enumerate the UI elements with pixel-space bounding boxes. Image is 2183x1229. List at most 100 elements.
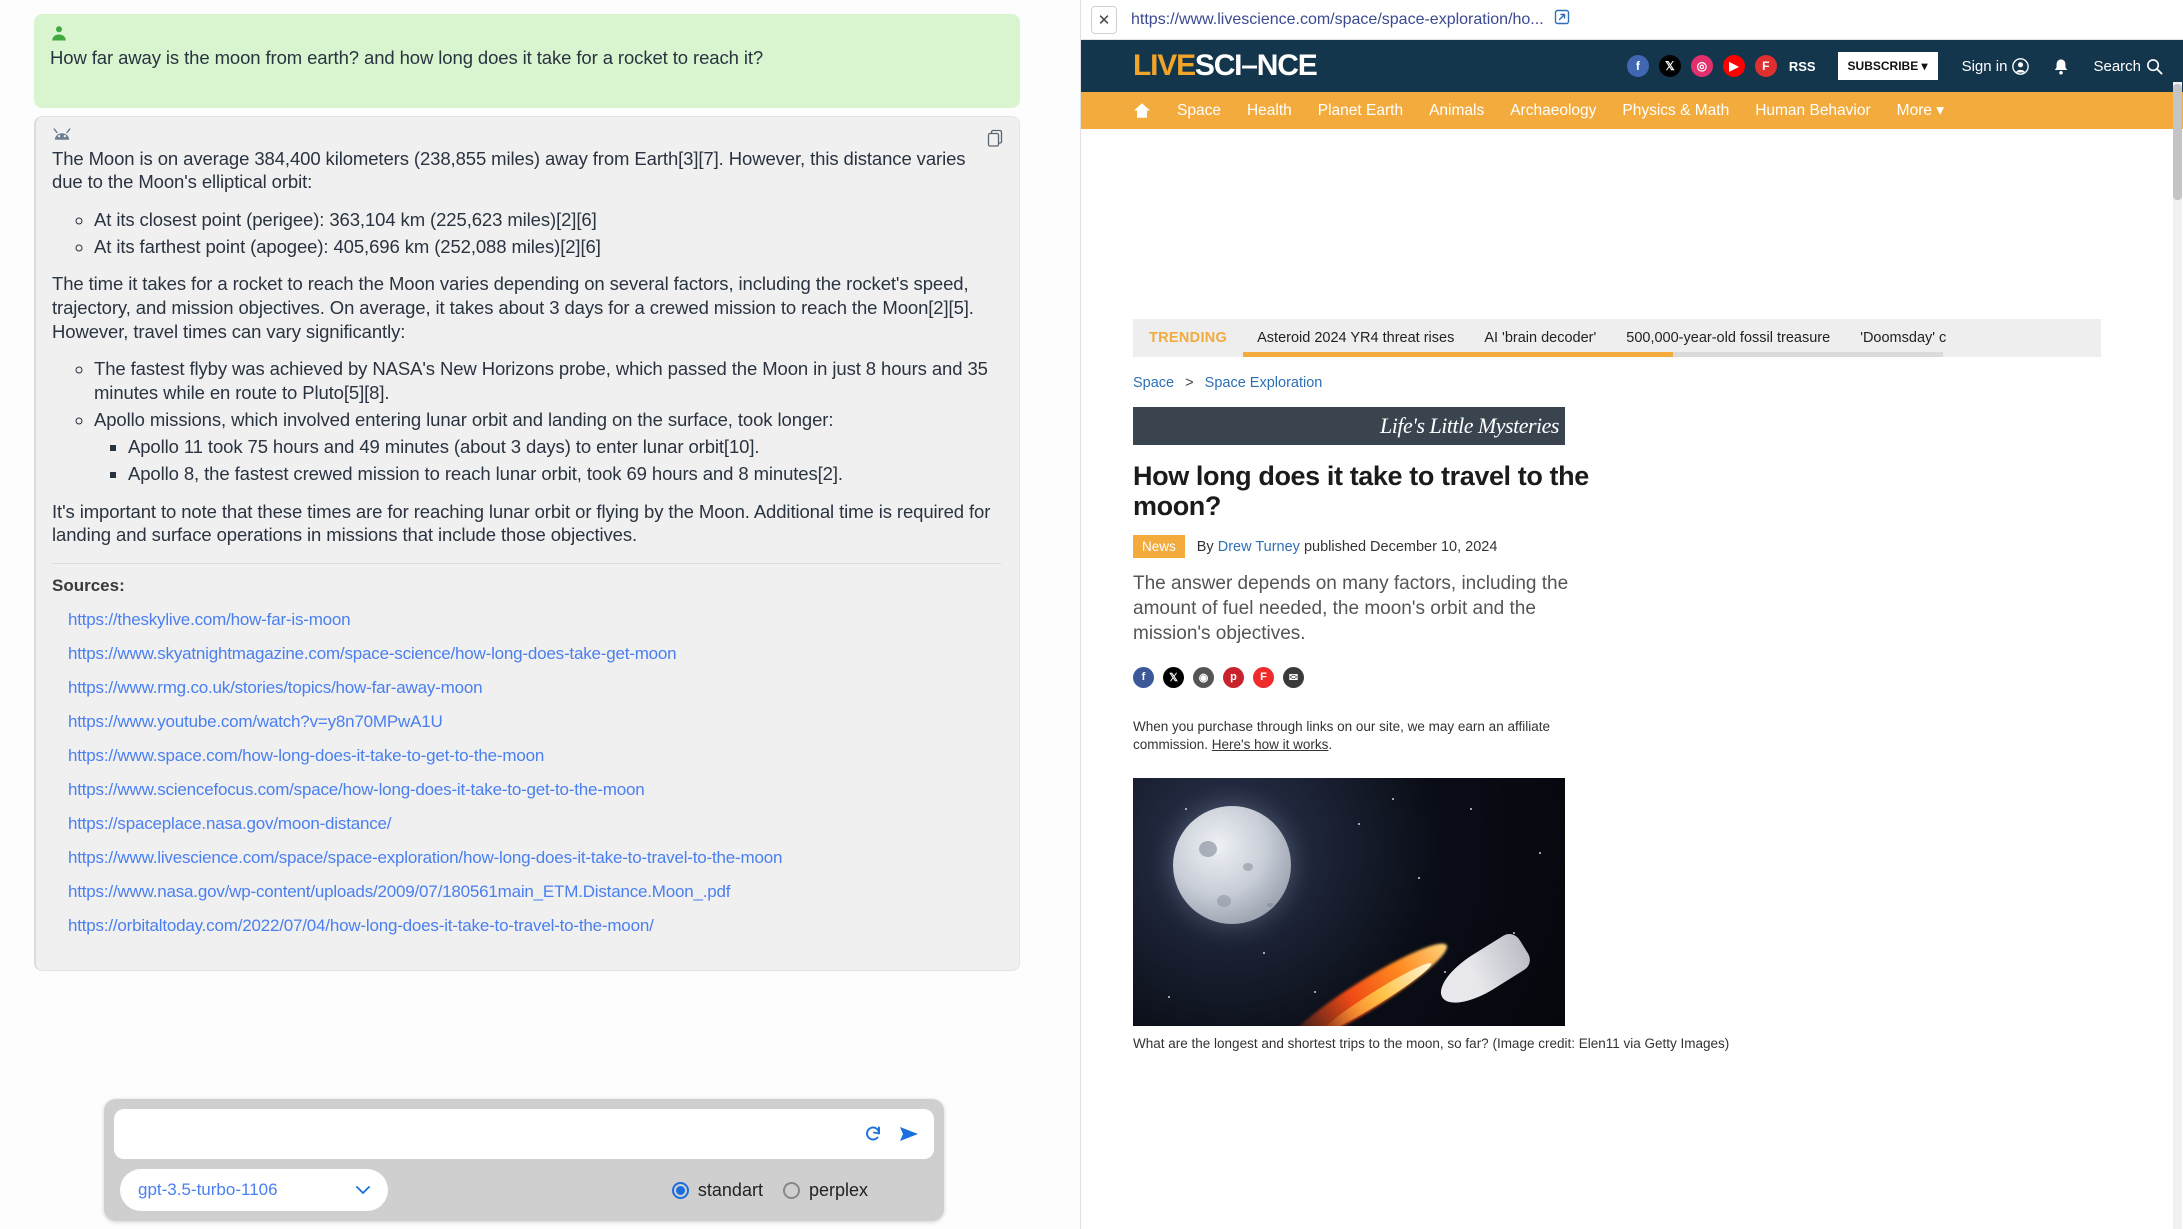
assistant-sub-bullet-list: Apollo 11 took 75 hours and 49 minutes (… xyxy=(94,435,1001,485)
chat-pane: How far away is the moon from earth? and… xyxy=(0,0,1080,1229)
share-x-icon[interactable]: 𝕏 xyxy=(1163,666,1184,688)
radio-indicator-perplex[interactable] xyxy=(782,1181,800,1199)
site-body: TRENDING Asteroid 2024 YR4 threat rises … xyxy=(1081,319,2183,1229)
close-icon[interactable]: ✕ xyxy=(1091,5,1117,34)
hero-caption: What are the longest and shortest trips … xyxy=(1133,1035,1730,1051)
mode-option-perplex[interactable]: perplex xyxy=(782,1179,868,1201)
nav-item-human-behavior[interactable]: Human Behavior xyxy=(1755,102,1870,120)
subscribe-button[interactable]: SUBSCRIBE ▾ xyxy=(1837,52,1938,80)
source-link[interactable]: https://www.skyatnightmagazine.com/space… xyxy=(68,644,1001,664)
published-date: published December 10, 2024 xyxy=(1303,538,1498,555)
page-scrollbar[interactable] xyxy=(2173,82,2182,1229)
source-link[interactable]: https://www.rmg.co.uk/stories/topics/how… xyxy=(68,678,1001,698)
assistant-paragraph-3: It's important to note that these times … xyxy=(52,500,991,546)
breadcrumb-current[interactable]: Space Exploration xyxy=(1205,375,1323,391)
copy-message-button[interactable] xyxy=(987,129,1003,147)
site-viewport: LIVESCI–NCE f 𝕏 ◎ ▶ F RSS SUBSCRIBE ▾ Si… xyxy=(1081,40,2183,1229)
trending-scrollbar-thumb[interactable] xyxy=(1243,352,1673,357)
home-icon[interactable] xyxy=(1133,102,1151,119)
search-button[interactable]: Search xyxy=(2093,58,2163,75)
instagram-icon[interactable]: ◎ xyxy=(1690,55,1713,77)
nav-item-space[interactable]: Space xyxy=(1177,102,1221,120)
bell-icon[interactable] xyxy=(2053,58,2069,75)
radio-indicator-standart[interactable] xyxy=(671,1181,689,1199)
article-standfirst: The answer depends on many factors, incl… xyxy=(1133,573,1569,644)
user-avatar-icon xyxy=(52,26,66,41)
url-text[interactable]: https://www.livescience.com/space/space-… xyxy=(1131,11,1544,29)
source-link[interactable]: https://orbitaltoday.com/2022/07/04/how-… xyxy=(68,916,1001,936)
share-flipboard-icon[interactable]: F xyxy=(1253,666,1274,688)
nav-item-archaeology[interactable]: Archaeology xyxy=(1510,102,1596,120)
list-item: Apollo 8, the fastest crewed mission to … xyxy=(128,462,1001,486)
author-link[interactable]: Drew Turney xyxy=(1218,539,1300,555)
trending-item[interactable]: Asteroid 2024 YR4 threat rises xyxy=(1257,330,1454,346)
source-link[interactable]: https://www.livescience.com/space/space-… xyxy=(68,848,1001,868)
x-icon[interactable]: 𝕏 xyxy=(1658,55,1681,77)
composer: gpt-3.5-turbo-1106 standart perplex xyxy=(104,1099,944,1221)
article-title: How long does it take to travel to the m… xyxy=(1133,461,1589,522)
assistant-message: The Moon is on average 384,400 kilometer… xyxy=(34,115,1020,972)
site-logo[interactable]: LIVESCI–NCE xyxy=(1133,49,1318,83)
model-select[interactable]: gpt-3.5-turbo-1106 xyxy=(120,1169,388,1211)
nav-item-physics-math[interactable]: Physics & Math xyxy=(1622,102,1729,120)
share-pinterest-icon[interactable]: р xyxy=(1223,666,1244,688)
facebook-icon[interactable]: f xyxy=(1626,55,1649,77)
list-item-label: Apollo missions, which involved entering… xyxy=(94,408,834,430)
youtube-icon[interactable]: ▶ xyxy=(1722,55,1745,77)
nav-item-planet-earth[interactable]: Planet Earth xyxy=(1318,102,1403,120)
share-reddit-icon[interactable]: ◉ xyxy=(1193,666,1214,688)
source-link[interactable]: https://www.youtube.com/watch?v=y8n70MPw… xyxy=(68,712,1001,732)
list-item: The fastest flyby was achieved by NASA's… xyxy=(94,357,1001,404)
affiliate-link[interactable]: Here's how it works xyxy=(1212,737,1329,752)
search-icon xyxy=(2147,58,2163,74)
trending-item[interactable]: AI 'brain decoder' xyxy=(1484,330,1596,346)
trending-item[interactable]: 500,000-year-old fossil treasure xyxy=(1626,330,1830,346)
external-link-icon[interactable] xyxy=(1554,9,1570,30)
trending-item[interactable]: 'Doomsday' c xyxy=(1860,330,1946,346)
banner-text: Life's Little Mysteries xyxy=(1380,413,1559,438)
trending-scrollbar[interactable] xyxy=(1243,352,1943,357)
rss-link[interactable]: RSS xyxy=(1789,59,1816,74)
browser-pane: ✕ https://www.livescience.com/space/spac… xyxy=(1080,0,2183,1229)
source-link[interactable]: https://www.nasa.gov/wp-content/uploads/… xyxy=(68,882,1001,902)
affiliate-text: When you purchase through links on our s… xyxy=(1133,718,1550,752)
message-list: How far away is the moon from earth? and… xyxy=(0,0,1080,972)
sign-in-button[interactable]: Sign in xyxy=(1962,58,2030,75)
share-facebook-icon[interactable]: f xyxy=(1133,666,1154,688)
logo-live: LIVE xyxy=(1133,49,1196,82)
send-icon[interactable] xyxy=(898,1124,920,1144)
list-item: Apollo 11 took 75 hours and 49 minutes (… xyxy=(128,435,1001,459)
trending-bar: TRENDING Asteroid 2024 YR4 threat rises … xyxy=(1133,319,2101,357)
flipboard-icon[interactable]: F xyxy=(1754,55,1777,77)
nav-item-animals[interactable]: Animals xyxy=(1429,102,1484,120)
user-message: How far away is the moon from earth? and… xyxy=(34,14,1020,108)
mode-label: perplex xyxy=(808,1179,868,1200)
breadcrumb-parent[interactable]: Space xyxy=(1133,375,1174,391)
site-nav: Space Health Planet Earth Animals Archae… xyxy=(1081,92,2183,129)
browser-url-bar: ✕ https://www.livescience.com/space/spac… xyxy=(1081,0,2183,40)
list-item: At its closest point (perigee): 363,104 … xyxy=(94,208,1001,232)
source-link[interactable]: https://spaceplace.nasa.gov/moon-distanc… xyxy=(68,814,1001,834)
list-item: Apollo missions, which involved entering… xyxy=(94,408,1001,486)
source-link[interactable]: https://www.space.com/how-long-does-it-t… xyxy=(68,746,1001,766)
mode-option-standart[interactable]: standart xyxy=(671,1180,763,1201)
chat-input[interactable] xyxy=(132,1122,850,1146)
model-select-value: gpt-3.5-turbo-1106 xyxy=(138,1180,278,1199)
source-link[interactable]: https://theskylive.com/how-far-is-moon xyxy=(68,610,1001,630)
regenerate-icon[interactable] xyxy=(864,1124,884,1144)
breadcrumb-separator: > xyxy=(1185,375,1194,391)
source-link[interactable]: https://www.sciencefocus.com/space/how-l… xyxy=(68,780,1001,800)
nav-item-more[interactable]: More ▾ xyxy=(1897,101,1944,120)
trending-label: TRENDING xyxy=(1149,330,1228,346)
list-item: At its farthest point (apogee): 405,696 … xyxy=(94,235,1001,259)
byline-prefix: By xyxy=(1196,538,1214,555)
assistant-bullet-list-2: The fastest flyby was achieved by NASA's… xyxy=(52,357,1001,485)
nav-item-health[interactable]: Health xyxy=(1247,102,1292,120)
sources-divider xyxy=(52,563,1001,565)
share-row: f 𝕏 ◉ р F ✉ xyxy=(1133,666,2183,688)
page-scrollbar-thumb[interactable] xyxy=(2173,84,2182,200)
sources-label: Sources: xyxy=(52,576,125,596)
assistant-paragraph-2: The time it takes for a rocket to reach … xyxy=(52,273,974,342)
byline: By Drew Turney published December 10, 20… xyxy=(1197,539,1498,555)
share-email-icon[interactable]: ✉ xyxy=(1283,666,1304,688)
